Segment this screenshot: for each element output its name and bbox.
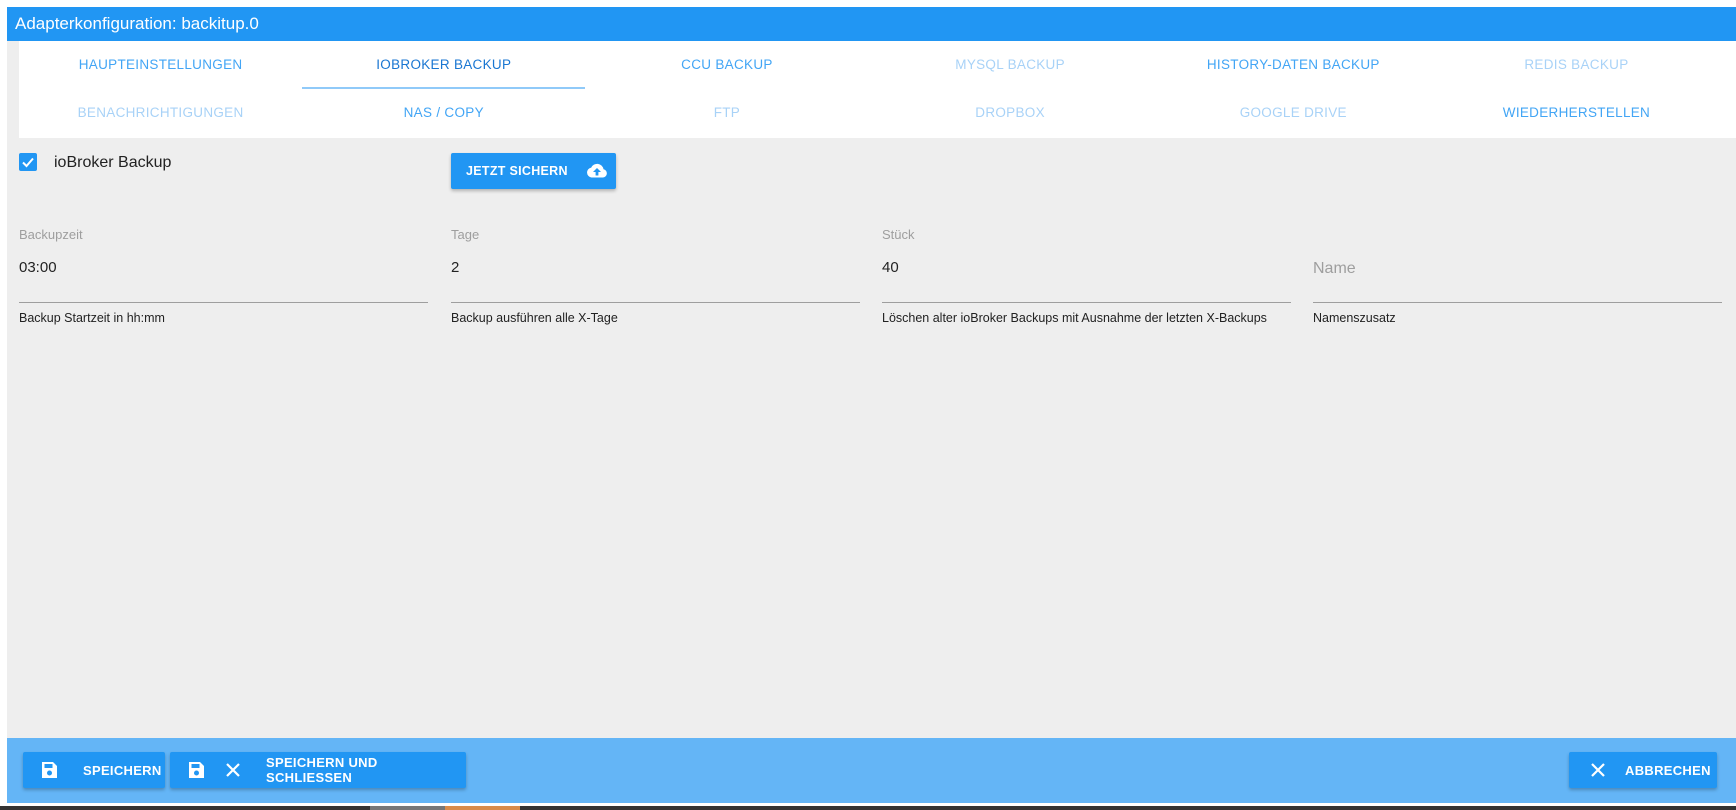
tage-label: Tage bbox=[451, 227, 480, 242]
backupzeit-help: Backup Startzeit in hh:mm bbox=[19, 311, 165, 325]
taskbar-edge bbox=[0, 803, 1736, 810]
backup-now-button[interactable]: JETZT SICHERN bbox=[451, 153, 616, 189]
tab-row-2: BENACHRICHTIGUNGEN NAS / COPY FTP DROPBO… bbox=[19, 89, 1718, 137]
tage-field: Tage 2 Backup ausführen alle X-Tage bbox=[451, 227, 860, 326]
close-icon bbox=[1589, 761, 1607, 779]
backupzeit-label: Backupzeit bbox=[19, 227, 83, 242]
window-title: Adapterkonfiguration: backitup.0 bbox=[7, 7, 1736, 41]
stueck-input[interactable]: 40 bbox=[882, 257, 1291, 303]
stueck-help: Löschen alter ioBroker Backups mit Ausna… bbox=[882, 311, 1267, 325]
iobroker-backup-checkbox[interactable] bbox=[19, 153, 37, 171]
tab-iobroker-backup[interactable]: IOBROKER BACKUP bbox=[302, 41, 586, 89]
tab-haupteinstellungen[interactable]: HAUPTEINSTELLUNGEN bbox=[19, 41, 302, 89]
tab-google-drive[interactable]: GOOGLE DRIVE bbox=[1152, 89, 1435, 137]
tab-history-daten-backup[interactable]: HISTORY-DATEN BACKUP bbox=[1152, 41, 1435, 89]
tab-dropbox[interactable]: DROPBOX bbox=[869, 89, 1152, 137]
footer-toolbar: SPEICHERN SPEICHERN UND SCHLIESSEN ABBRE… bbox=[7, 738, 1736, 803]
name-field: Name Namenszusatz bbox=[1313, 227, 1722, 326]
tab-ftp[interactable]: FTP bbox=[585, 89, 868, 137]
cancel-button[interactable]: ABBRECHEN bbox=[1569, 752, 1717, 788]
tab-wiederherstellen[interactable]: WIEDERHERSTELLEN bbox=[1435, 89, 1718, 137]
cancel-button-label: ABBRECHEN bbox=[1625, 762, 1711, 778]
backupzeit-input[interactable]: 03:00 bbox=[19, 257, 428, 303]
name-label-spacer bbox=[1313, 227, 1722, 241]
save-button[interactable]: SPEICHERN bbox=[23, 752, 165, 788]
stueck-label: Stück bbox=[882, 227, 915, 242]
save-and-close-button[interactable]: SPEICHERN UND SCHLIESSEN bbox=[170, 752, 466, 788]
backup-now-button-label: JETZT SICHERN bbox=[466, 164, 568, 178]
tab-bar: HAUPTEINSTELLUNGEN IOBROKER BACKUP CCU B… bbox=[19, 41, 1736, 138]
save-icon bbox=[186, 760, 206, 780]
tab-nas-copy[interactable]: NAS / COPY bbox=[302, 89, 585, 137]
taskbar-segment bbox=[370, 806, 445, 810]
tab-benachrichtigungen[interactable]: BENACHRICHTIGUNGEN bbox=[19, 89, 302, 137]
tab-row-1: HAUPTEINSTELLUNGEN IOBROKER BACKUP CCU B… bbox=[19, 41, 1718, 89]
close-icon bbox=[224, 761, 242, 779]
taskbar-line bbox=[0, 806, 1736, 810]
save-icon bbox=[39, 760, 59, 780]
tage-help: Backup ausführen alle X-Tage bbox=[451, 311, 618, 325]
name-help: Namenszusatz bbox=[1313, 311, 1396, 325]
tage-input[interactable]: 2 bbox=[451, 257, 860, 303]
name-input[interactable]: Name bbox=[1313, 257, 1722, 303]
stueck-field: Stück 40 Löschen alter ioBroker Backups … bbox=[882, 227, 1291, 326]
save-and-close-button-label: SPEICHERN UND SCHLIESSEN bbox=[266, 755, 378, 785]
cloud-upload-icon bbox=[586, 163, 608, 179]
checkmark-icon bbox=[22, 157, 34, 168]
tab-mysql-backup[interactable]: MYSQL BACKUP bbox=[869, 41, 1152, 89]
save-button-label: SPEICHERN bbox=[83, 762, 162, 778]
adapter-config-dialog: Adapterkonfiguration: backitup.0 HAUPTEI… bbox=[7, 7, 1736, 803]
backupzeit-field: Backupzeit 03:00 Backup Startzeit in hh:… bbox=[19, 227, 428, 326]
tab-redis-backup[interactable]: REDIS BACKUP bbox=[1435, 41, 1718, 89]
tab-ccu-backup[interactable]: CCU BACKUP bbox=[585, 41, 868, 89]
taskbar-segment-active bbox=[445, 806, 520, 810]
iobroker-backup-checkbox-label[interactable]: ioBroker Backup bbox=[54, 154, 171, 172]
